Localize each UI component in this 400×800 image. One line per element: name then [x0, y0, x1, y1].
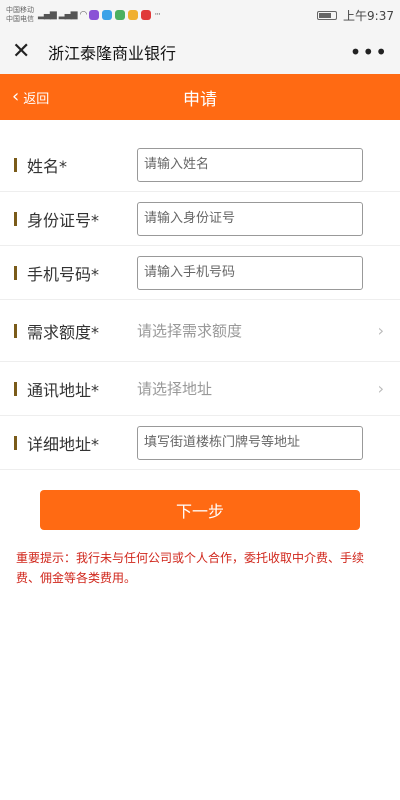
status-bar: 中国移动 中国电信 ▂▄▆ ▂▄▆ ◠ ··· 上午9:37 — [0, 0, 400, 30]
status-time: 上午9:37 — [343, 8, 394, 23]
app-notification-icon — [141, 10, 152, 20]
app-title: 浙江泰隆商业银行 — [48, 44, 177, 63]
label-marker — [14, 381, 17, 396]
app-notification-icon — [89, 10, 100, 20]
address-select[interactable]: 请选择地址 — [137, 378, 386, 399]
close-icon[interactable]: ✕ — [12, 41, 38, 63]
carrier-primary: 中国移动 — [6, 6, 34, 14]
detail-address-input[interactable] — [137, 425, 363, 460]
form-row-address[interactable]: 通讯地址* 请选择地址 › — [0, 362, 400, 416]
form-row-name: 姓名* — [0, 138, 400, 192]
title-bar: ✕ 浙江泰隆商业银行 ••• — [0, 30, 400, 74]
chevron-right-icon: › — [377, 321, 384, 340]
chevron-left-icon: ‹ — [12, 86, 20, 107]
page-header: ‹ 返回 申请 — [0, 74, 400, 120]
form-row-amount[interactable]: 需求额度* 请选择需求额度 › — [0, 300, 400, 362]
status-right: 上午9:37 — [317, 7, 394, 24]
amount-label: 需求额度* — [27, 322, 100, 342]
signal-icon: ▂▄▆ — [38, 10, 57, 20]
back-button[interactable]: ‹ 返回 — [12, 74, 49, 120]
detail-address-label: 详细地址* — [27, 434, 100, 454]
page-title: 申请 — [183, 89, 217, 110]
signal-icon-2: ▂▄▆ — [58, 10, 78, 20]
phone-input[interactable] — [137, 255, 363, 290]
app-notification-icon — [115, 10, 126, 20]
back-label: 返回 — [23, 91, 50, 107]
id-number-input[interactable] — [137, 201, 363, 236]
form-row-phone: 手机号码* — [0, 246, 400, 300]
form-row-detail-address: 详细地址* — [0, 416, 400, 470]
carrier-secondary: 中国电信 — [6, 15, 34, 23]
battery-icon — [317, 10, 338, 20]
label-marker — [14, 435, 17, 450]
app-notification-icon — [102, 10, 113, 20]
name-input[interactable] — [137, 147, 363, 182]
chevron-right-icon: › — [377, 379, 384, 398]
label-marker — [14, 265, 17, 280]
address-label: 通讯地址* — [27, 380, 100, 400]
phone-label: 手机号码* — [27, 264, 100, 284]
amount-select[interactable]: 请选择需求额度 — [137, 320, 386, 341]
application-form: 姓名* 身份证号* 手机号码* 需求额度* 请选择需求额度 › 通讯地址* 请选… — [0, 138, 400, 470]
form-row-id-number: 身份证号* — [0, 192, 400, 246]
label-marker — [14, 211, 17, 226]
app-notification-icon — [128, 10, 139, 20]
label-marker — [14, 323, 17, 338]
carrier-info: 中国移动 中国电信 — [6, 6, 34, 24]
more-icon[interactable]: ••• — [350, 42, 388, 62]
more-notifications-icon: ··· — [154, 10, 161, 20]
wifi-icon: ◠ — [79, 10, 88, 20]
next-step-button[interactable]: 下一步 — [40, 490, 360, 530]
status-icons: ▂▄▆ ▂▄▆ ◠ ··· — [38, 10, 317, 20]
label-marker — [14, 157, 17, 172]
name-label: 姓名* — [27, 156, 68, 176]
important-notice: 重要提示：我行未与任何公司或个人合作，委托收取中介费、手续费、佣金等各类费用。 — [16, 551, 365, 585]
id-number-label: 身份证号* — [27, 210, 100, 230]
